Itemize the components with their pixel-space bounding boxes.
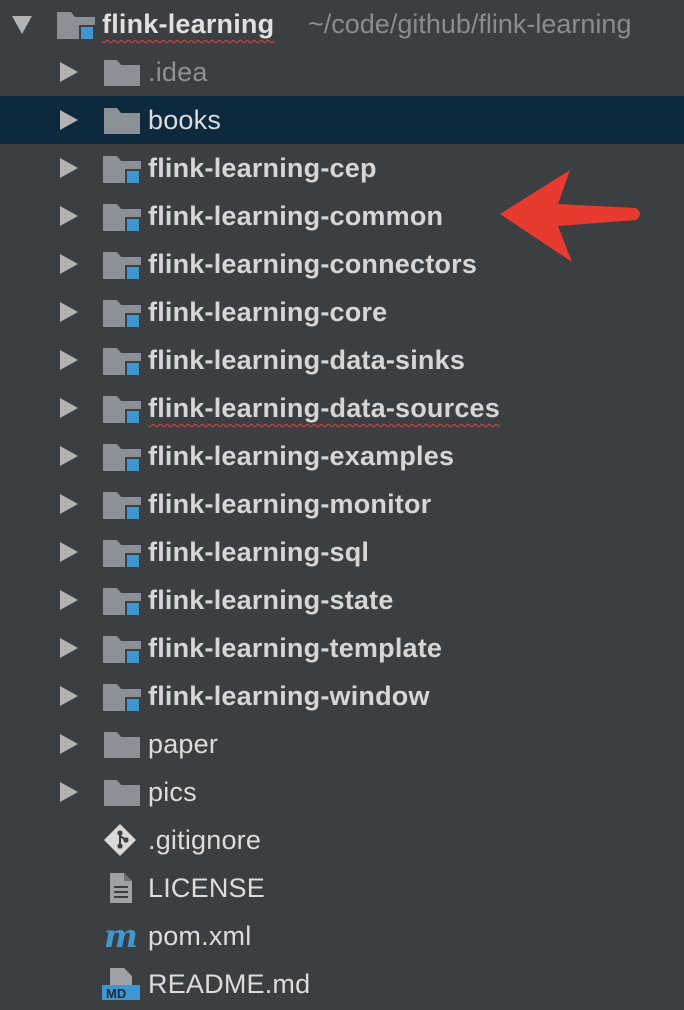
tree-row-label: flink-learning-data-sources: [148, 393, 500, 423]
tree-row-label: flink-learning-monitor: [148, 489, 432, 519]
tree-row[interactable]: flink-learning-data-sources: [0, 384, 684, 432]
collapsed-arrow-icon[interactable]: [60, 782, 78, 802]
folder-icon: [102, 56, 142, 88]
tree-row[interactable]: MD README.md: [0, 960, 684, 1008]
expanded-arrow-icon[interactable]: [12, 16, 32, 34]
tree-row-root[interactable]: flink-learning ~/code/github/flink-learn…: [0, 0, 684, 48]
module-folder-icon: [102, 344, 142, 376]
collapsed-arrow-icon[interactable]: [60, 110, 78, 130]
tree-row[interactable]: books: [0, 96, 684, 144]
tree-row-label: flink-learning-state: [148, 585, 394, 615]
tree-row[interactable]: flink-learning-template: [0, 624, 684, 672]
module-folder-icon: [102, 392, 142, 424]
project-name: flink-learning: [102, 9, 275, 39]
module-folder-icon: [102, 296, 142, 328]
tree-row-label: flink-learning-cep: [148, 153, 377, 183]
maven-icon: m: [102, 920, 142, 952]
collapsed-arrow-icon[interactable]: [60, 302, 78, 322]
collapsed-arrow-icon[interactable]: [60, 494, 78, 514]
markdown-file-icon: MD: [102, 968, 142, 1000]
tree-row-label: .idea: [148, 57, 208, 87]
tree-row[interactable]: flink-learning-core: [0, 288, 684, 336]
tree-row-label: LICENSE: [148, 873, 265, 903]
module-folder-icon: [102, 584, 142, 616]
collapsed-arrow-icon[interactable]: [60, 686, 78, 706]
collapsed-arrow-icon[interactable]: [60, 254, 78, 274]
tree-row-label: flink-learning-connectors: [148, 249, 478, 279]
tree-row-label: flink-learning-window: [148, 681, 430, 711]
folder-icon: [102, 728, 142, 760]
project-tree: flink-learning ~/code/github/flink-learn…: [0, 0, 684, 1010]
tree-row[interactable]: .gitignore: [0, 816, 684, 864]
collapsed-arrow-icon[interactable]: [60, 638, 78, 658]
tree-row-label: .gitignore: [148, 825, 262, 855]
tree-row-label: flink-learning-sql: [148, 537, 370, 567]
collapsed-arrow-icon[interactable]: [60, 398, 78, 418]
collapsed-arrow-icon[interactable]: [60, 350, 78, 370]
collapsed-arrow-icon[interactable]: [60, 734, 78, 754]
gitignore-icon: [102, 824, 142, 856]
tree-row-label: pics: [148, 777, 197, 807]
tree-row-label: flink-learning-examples: [148, 441, 455, 471]
tree-row-label: pom.xml: [148, 921, 252, 951]
tree-row[interactable]: flink-learning-data-sinks: [0, 336, 684, 384]
collapsed-arrow-icon[interactable]: [60, 590, 78, 610]
module-folder-icon: [102, 632, 142, 664]
collapsed-arrow-icon[interactable]: [60, 158, 78, 178]
tree-row[interactable]: pics: [0, 768, 684, 816]
tree-row-label: README.md: [148, 969, 311, 999]
tree-row[interactable]: flink-learning-sql: [0, 528, 684, 576]
tree-row[interactable]: LICENSE: [0, 864, 684, 912]
tree-row[interactable]: flink-learning-state: [0, 576, 684, 624]
module-folder-icon: [102, 536, 142, 568]
folder-icon: [102, 104, 142, 136]
tree-row[interactable]: flink-learning-examples: [0, 432, 684, 480]
module-folder-icon: [102, 152, 142, 184]
annotation-arrow-icon: [500, 170, 640, 262]
module-folder-icon: [102, 440, 142, 472]
tree-row-label: flink-learning-data-sinks: [148, 345, 466, 375]
module-folder-icon: [102, 200, 142, 232]
tree-row[interactable]: flink-learning-window: [0, 672, 684, 720]
text-file-icon: [102, 872, 142, 904]
module-folder-icon: [102, 488, 142, 520]
tree-row-label: paper: [148, 729, 219, 759]
svg-text:MD: MD: [106, 986, 126, 1000]
tree-row[interactable]: .idea: [0, 48, 684, 96]
collapsed-arrow-icon[interactable]: [60, 62, 78, 82]
tree-row-label: books: [148, 105, 222, 135]
collapsed-arrow-icon[interactable]: [60, 542, 78, 562]
collapsed-arrow-icon[interactable]: [60, 206, 78, 226]
tree-row-label: flink-learning-core: [148, 297, 388, 327]
tree-row[interactable]: paper: [0, 720, 684, 768]
project-path: ~/code/github/flink-learning: [308, 9, 632, 39]
folder-icon: [102, 776, 142, 808]
tree-row-label: flink-learning-common: [148, 201, 444, 231]
module-folder-icon: [56, 8, 96, 40]
module-folder-icon: [102, 680, 142, 712]
collapsed-arrow-icon[interactable]: [60, 446, 78, 466]
tree-row[interactable]: flink-learning-monitor: [0, 480, 684, 528]
module-folder-icon: [102, 248, 142, 280]
tree-row-label: flink-learning-template: [148, 633, 443, 663]
tree-row[interactable]: m pom.xml: [0, 912, 684, 960]
svg-text:m: m: [104, 920, 138, 952]
